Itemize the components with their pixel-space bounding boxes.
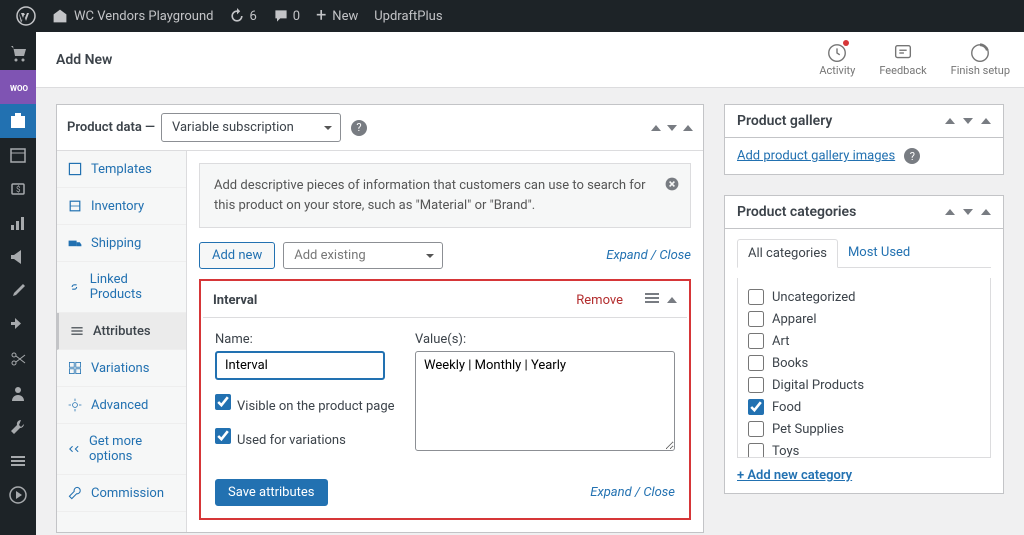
product-type-select[interactable]: Variable subscription: [161, 113, 341, 142]
category-item[interactable]: Art: [748, 330, 984, 352]
updraft-link[interactable]: UpdraftPlus: [366, 0, 450, 32]
sidemenu-marketing-icon[interactable]: [0, 240, 36, 274]
attribute-values-label: Value(s):: [415, 332, 675, 347]
move-down-icon[interactable]: [963, 118, 973, 124]
tab-templates[interactable]: Templates: [57, 151, 186, 188]
sidemenu-woo-icon[interactable]: WOO: [0, 70, 36, 104]
product-data-content: Add descriptive pieces of information th…: [187, 151, 703, 532]
tab-all-categories[interactable]: All categories: [737, 239, 838, 268]
category-item[interactable]: Uncategorized: [748, 286, 984, 308]
attribute-name-label: Name:: [215, 332, 395, 347]
page-title: Add New: [50, 52, 112, 68]
tab-linked[interactable]: Linked Products: [57, 262, 186, 313]
sidemenu-cart-icon[interactable]: [0, 36, 36, 70]
help-tip-icon[interactable]: ?: [904, 148, 920, 164]
wp-logo[interactable]: [8, 0, 44, 32]
attribute-header: Interval Remove: [203, 283, 687, 318]
category-tabs: All categories Most Used: [737, 239, 991, 268]
product-gallery-metabox: Product gallery Add product gallery imag…: [724, 104, 1004, 175]
tab-attributes[interactable]: Attributes: [57, 313, 186, 350]
help-tip-icon[interactable]: ?: [351, 120, 367, 136]
move-up-icon[interactable]: [651, 125, 661, 131]
chevron-down-icon: [424, 250, 436, 262]
toggle-panel-icon[interactable]: [981, 118, 991, 124]
sidemenu-brush-icon[interactable]: [0, 274, 36, 308]
comments-link[interactable]: 0: [265, 0, 308, 32]
expand-collapse-link[interactable]: Expand / Close: [606, 248, 691, 263]
activity-button[interactable]: Activity: [819, 42, 855, 77]
sidemenu-play-icon[interactable]: [0, 478, 36, 512]
finish-setup-button[interactable]: Finish setup: [951, 42, 1010, 77]
category-item[interactable]: Food: [748, 396, 984, 418]
category-item[interactable]: Toys: [748, 440, 984, 458]
toggle-panel-icon[interactable]: [683, 125, 693, 131]
tab-shipping[interactable]: Shipping: [57, 225, 186, 262]
toggle-panel-icon[interactable]: [981, 209, 991, 215]
attributes-notice: Add descriptive pieces of information th…: [199, 163, 691, 228]
attribute-name-input[interactable]: [215, 351, 385, 380]
product-gallery-title: Product gallery: [737, 113, 937, 129]
site-link[interactable]: WC Vendors Playground: [44, 0, 221, 32]
tab-variations[interactable]: Variations: [57, 350, 186, 387]
tab-commission[interactable]: Commission: [57, 475, 186, 512]
category-item[interactable]: Digital Products: [748, 374, 984, 396]
add-existing-select[interactable]: Add existing: [283, 242, 443, 269]
category-item[interactable]: Pet Supplies: [748, 418, 984, 440]
move-down-icon[interactable]: [963, 209, 973, 215]
svg-text:$: $: [16, 185, 21, 194]
tab-get-more[interactable]: Get more options: [57, 424, 186, 475]
product-data-tabs: Templates Inventory Shipping Linked Prod…: [57, 151, 187, 532]
visible-checkbox[interactable]: Visible on the product page: [215, 394, 395, 414]
attributes-toolbar: Add new Add existing Expand / Close: [199, 242, 691, 269]
feedback-button[interactable]: Feedback: [879, 42, 926, 77]
admin-bar: WC Vendors Playground 6 0 +New UpdraftPl…: [0, 0, 1024, 32]
move-up-icon[interactable]: [945, 209, 955, 215]
remove-attribute-link[interactable]: Remove: [576, 293, 623, 308]
new-link[interactable]: +New: [308, 0, 366, 32]
attribute-values-textarea[interactable]: [415, 351, 675, 451]
add-new-attribute-button[interactable]: Add new: [199, 242, 275, 269]
header-actions: Activity Feedback Finish setup: [819, 42, 1010, 77]
product-data-label: Product data —: [67, 120, 155, 135]
collapse-attribute-icon[interactable]: [667, 297, 677, 303]
tab-inventory[interactable]: Inventory: [57, 188, 186, 225]
chevron-down-icon: [322, 122, 334, 134]
reorder-icon[interactable]: [645, 291, 659, 309]
product-categories-metabox: Product categories All categories Most U…: [724, 195, 1004, 494]
sidemenu-settings-icon[interactable]: [0, 444, 36, 478]
svg-text:WOO: WOO: [10, 84, 28, 93]
tab-most-used[interactable]: Most Used: [838, 239, 920, 267]
notification-dot: [843, 40, 849, 46]
product-data-metabox: Product data — Variable subscription ?: [56, 104, 704, 533]
category-item[interactable]: Apparel: [748, 308, 984, 330]
used-variations-checkbox[interactable]: Used for variations: [215, 428, 395, 448]
page-header: Add New Activity Feedback Finish setup: [36, 32, 1024, 88]
tab-advanced[interactable]: Advanced: [57, 387, 186, 424]
sidemenu-products-icon[interactable]: [0, 104, 36, 138]
sidemenu-calendar-icon[interactable]: [0, 138, 36, 172]
category-item[interactable]: Books: [748, 352, 984, 374]
save-attributes-button[interactable]: Save attributes: [215, 479, 328, 506]
sidemenu-scissors-icon[interactable]: [0, 342, 36, 376]
admin-side-menu: WOO $: [0, 32, 36, 535]
close-notice-icon[interactable]: [664, 176, 680, 199]
expand-collapse-link-bottom[interactable]: Expand / Close: [590, 485, 675, 500]
product-data-header: Product data — Variable subscription ?: [57, 105, 703, 151]
move-up-icon[interactable]: [945, 118, 955, 124]
move-down-icon[interactable]: [667, 125, 677, 131]
attribute-panel: Interval Remove Name:: [199, 279, 691, 520]
updates-link[interactable]: 6: [221, 0, 264, 32]
sidemenu-tools-icon[interactable]: [0, 410, 36, 444]
product-categories-title: Product categories: [737, 204, 937, 220]
attribute-title: Interval: [213, 293, 257, 308]
category-list: UncategorizedApparelArtBooksDigital Prod…: [737, 278, 991, 458]
add-category-link[interactable]: + Add new category: [737, 468, 852, 483]
add-gallery-images-link[interactable]: Add product gallery images: [737, 148, 895, 163]
sidemenu-money-icon[interactable]: $: [0, 172, 36, 206]
sidemenu-plugins-icon[interactable]: [0, 308, 36, 342]
sidemenu-analytics-icon[interactable]: [0, 206, 36, 240]
sidemenu-users-icon[interactable]: [0, 376, 36, 410]
